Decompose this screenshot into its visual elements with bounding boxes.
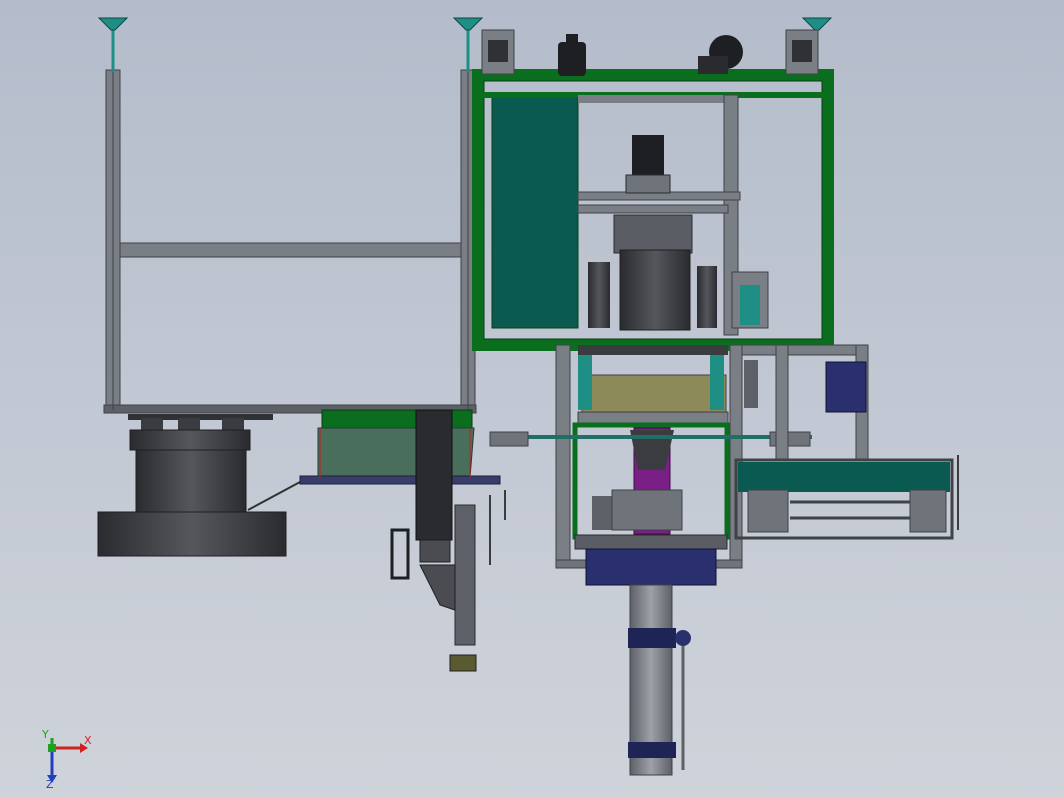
top-pump-icon — [698, 35, 743, 74]
bottom-pneumatic-cylinder — [585, 548, 717, 776]
vibratory-bowl-feeder — [97, 414, 301, 557]
top-bracket-right — [785, 29, 819, 75]
triad-y-label: Y — [42, 728, 49, 741]
right-linear-slide — [734, 455, 959, 540]
press-head-assembly — [577, 135, 769, 331]
triad-z-label: Z — [46, 778, 54, 791]
assembly-drawing — [47, 17, 959, 783]
feed-chute — [299, 409, 501, 485]
center-funnel-icon — [452, 17, 484, 72]
cad-viewport[interactable]: X Y Z — [0, 0, 1064, 798]
top-motor-icon — [558, 34, 586, 76]
left-funnel-icon — [97, 17, 129, 72]
axis-triad — [47, 738, 88, 783]
left-frame — [103, 69, 477, 414]
top-bracket-left — [481, 29, 515, 75]
triad-x-label: X — [84, 734, 92, 747]
lower-press-frame — [489, 344, 812, 569]
